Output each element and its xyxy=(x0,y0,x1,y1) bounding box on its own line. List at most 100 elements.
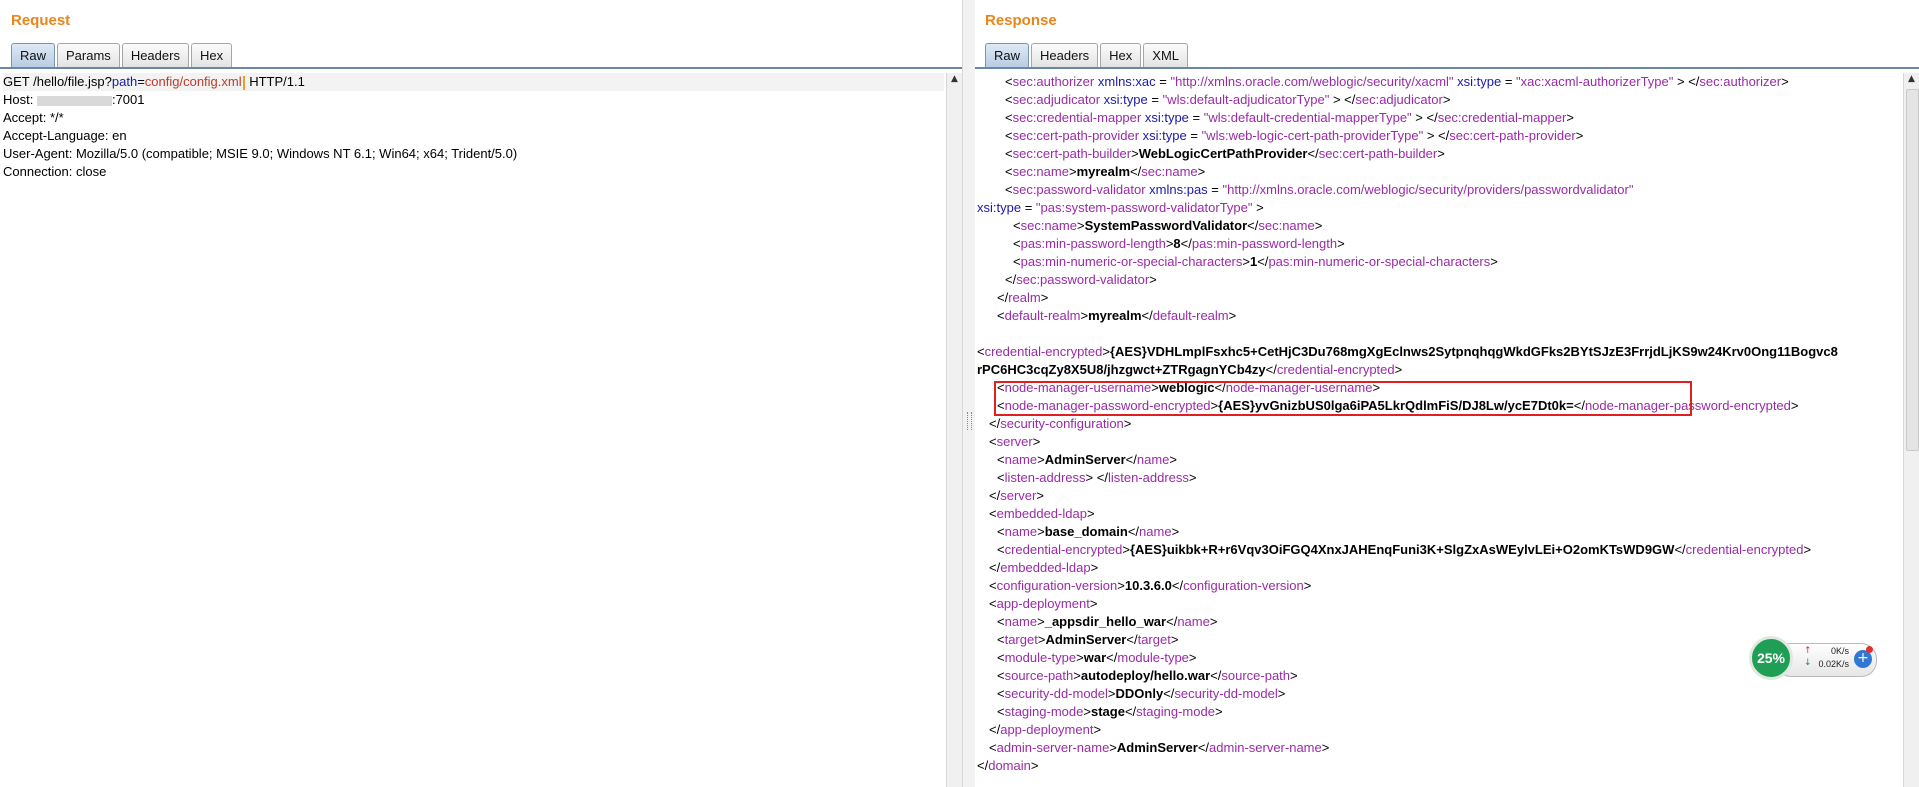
xml-bracket: > xyxy=(1290,668,1298,683)
xml-attr: xsi:type xyxy=(977,200,1022,215)
xml-bracket: < xyxy=(989,434,997,449)
response-line: <source-path>autodeploy/hello.war</sourc… xyxy=(997,667,1298,685)
xml-bracket: </ xyxy=(1180,236,1192,251)
xml-tag: app-deployment xyxy=(996,596,1090,611)
xml-text: AdminServer xyxy=(1045,632,1127,647)
request-tab-params[interactable]: Params xyxy=(57,43,120,68)
xml-bracket: < xyxy=(989,740,997,755)
xml-bracket: > </ xyxy=(1423,128,1450,143)
xml-tag: name xyxy=(1004,452,1038,467)
scroll-thumb[interactable] xyxy=(1906,89,1919,451)
xml-bracket: > xyxy=(1073,668,1081,683)
xml-bracket: = xyxy=(1501,74,1517,89)
scroll-up-arrow-icon[interactable]: ▲ xyxy=(1904,74,1919,84)
xml-bracket: < xyxy=(997,650,1005,665)
response-tab-hex[interactable]: Hex xyxy=(1100,43,1142,68)
xml-tag: pas:min-numeric-or-special-characters xyxy=(1020,254,1243,269)
xml-bracket: < xyxy=(1005,146,1013,161)
xml-bracket: > xyxy=(1437,146,1445,161)
xml-bracket: > xyxy=(1089,596,1098,611)
request-param-value: config/config.xml xyxy=(144,74,242,89)
xml-bracket: </ xyxy=(1674,542,1686,557)
xml-tag: configuration-version xyxy=(996,578,1118,593)
xml-text: AdminServer xyxy=(1116,740,1198,755)
request-protocol: HTTP/1.1 xyxy=(245,74,305,89)
request-tab-raw[interactable]: Raw xyxy=(11,43,56,68)
xml-tag: security-dd-model xyxy=(1174,686,1278,701)
xml-bracket: > xyxy=(1117,578,1125,593)
response-tab-xml[interactable]: XML xyxy=(1143,43,1189,68)
request-tab-headers[interactable]: Headers xyxy=(121,43,189,68)
response-tab-raw[interactable]: Raw xyxy=(985,43,1030,68)
request-scrollbar[interactable]: ▲ xyxy=(946,73,962,787)
xml-bracket: </ xyxy=(997,290,1009,305)
xml-bracket: </ xyxy=(1197,740,1210,755)
request-tab-hex[interactable]: Hex xyxy=(190,43,233,68)
response-line: </embedded-ldap> xyxy=(989,559,1098,577)
xml-attr: xsi:type xyxy=(1100,92,1148,107)
xml-tag: sec:authorizer xyxy=(1012,74,1095,89)
xml-bracket: > xyxy=(1242,254,1250,269)
xml-bracket: < xyxy=(997,704,1005,719)
response-line: <pas:min-password-length>8</pas:min-pass… xyxy=(1013,235,1345,253)
xml-bracket: > xyxy=(1109,740,1117,755)
xml-tag: name xyxy=(1004,614,1038,629)
response-line: </security-configuration> xyxy=(989,415,1131,433)
xml-bracket: < xyxy=(997,614,1005,629)
xml-tag: sec:cert-path-builder xyxy=(1318,146,1438,161)
xml-bracket: < xyxy=(997,524,1005,539)
xml-bracket: > xyxy=(1037,614,1045,629)
xml-bracket: </ xyxy=(1171,578,1184,593)
xml-tag: staging-mode xyxy=(1136,704,1215,719)
response-tab-headers[interactable]: Headers xyxy=(1031,43,1099,68)
xml-bracket: > </ xyxy=(1411,110,1438,125)
xml-tag: sec:adjudicator xyxy=(1355,92,1443,107)
xml-text: rPC6HC3cqZy8X5U8/jhzgwct+ZTRgagnYCb4zy xyxy=(977,362,1266,377)
xml-bracket: > xyxy=(1122,542,1130,557)
xml-tag: default-realm xyxy=(1152,308,1229,323)
xml-text: myrealm xyxy=(1076,164,1131,179)
request-header-line: Accept: */* xyxy=(3,110,64,125)
request-editor[interactable]: GET /hello/file.jsp?path=config/config.x… xyxy=(0,73,962,787)
xml-bracket: > xyxy=(1170,632,1179,647)
xml-tag: admin-server-name xyxy=(996,740,1110,755)
response-line: <pas:min-numeric-or-special-characters>1… xyxy=(1013,253,1498,271)
xml-bracket: > xyxy=(1781,74,1789,89)
response-line: <staging-mode>stage</staging-mode> xyxy=(997,703,1223,721)
xml-text: stage xyxy=(1090,704,1125,719)
xml-attr: xsi:type xyxy=(1453,74,1502,89)
xml-bracket: > xyxy=(1086,506,1095,521)
response-line: xsi:type = "pas:system-password-validato… xyxy=(977,199,1264,217)
response-scrollbar[interactable]: ▲ xyxy=(1903,73,1919,787)
xml-bracket: </ xyxy=(1005,272,1017,287)
xml-tag: pas:min-password-length xyxy=(1020,236,1166,251)
xml-tag: credential-encrypted xyxy=(984,344,1103,359)
xml-bracket: > xyxy=(1197,164,1206,179)
xml-bracket: </ xyxy=(989,560,1001,575)
xml-attr-value: "http://xmlns.oracle.com/weblogic/securi… xyxy=(1222,182,1634,197)
xml-tag: sec:name xyxy=(1258,218,1315,233)
upload-speed: 0K/s xyxy=(1830,646,1849,656)
xml-bracket: > xyxy=(1030,758,1039,773)
xml-bracket: < xyxy=(1005,74,1013,89)
xml-bracket: > xyxy=(1036,488,1044,503)
xml-bracket: > xyxy=(1790,398,1799,413)
request-tabbar-underline xyxy=(0,67,962,69)
xml-bracket: > xyxy=(1803,542,1812,557)
request-line: GET /hello/file.jsp?path=config/config.x… xyxy=(3,73,944,91)
xml-bracket: </ xyxy=(989,722,1001,737)
request-param-eq: = xyxy=(137,74,145,89)
xml-bracket: < xyxy=(1013,254,1021,269)
splitter-grip-icon[interactable] xyxy=(967,412,972,430)
xml-bracket: > xyxy=(1080,308,1089,323)
network-speed-widget[interactable]: 25% ↑ ↓ 0K/s 0.02K/s + xyxy=(1749,636,1877,680)
xml-bracket: = xyxy=(1021,200,1036,215)
xml-bracket: < xyxy=(997,686,1005,701)
xml-tag: credential-encrypted xyxy=(1276,362,1395,377)
xml-bracket: = xyxy=(1186,128,1202,143)
xml-tag: app-deployment xyxy=(1000,722,1094,737)
xml-bracket: </ xyxy=(1257,254,1269,269)
scroll-up-arrow-icon[interactable]: ▲ xyxy=(947,74,962,84)
xml-tag: credential-encrypted xyxy=(1685,542,1804,557)
xml-text: {AES}uikbk+R+r6Vqv3OiFGQ4XnxJAHEnqFuni3K… xyxy=(1129,542,1675,557)
